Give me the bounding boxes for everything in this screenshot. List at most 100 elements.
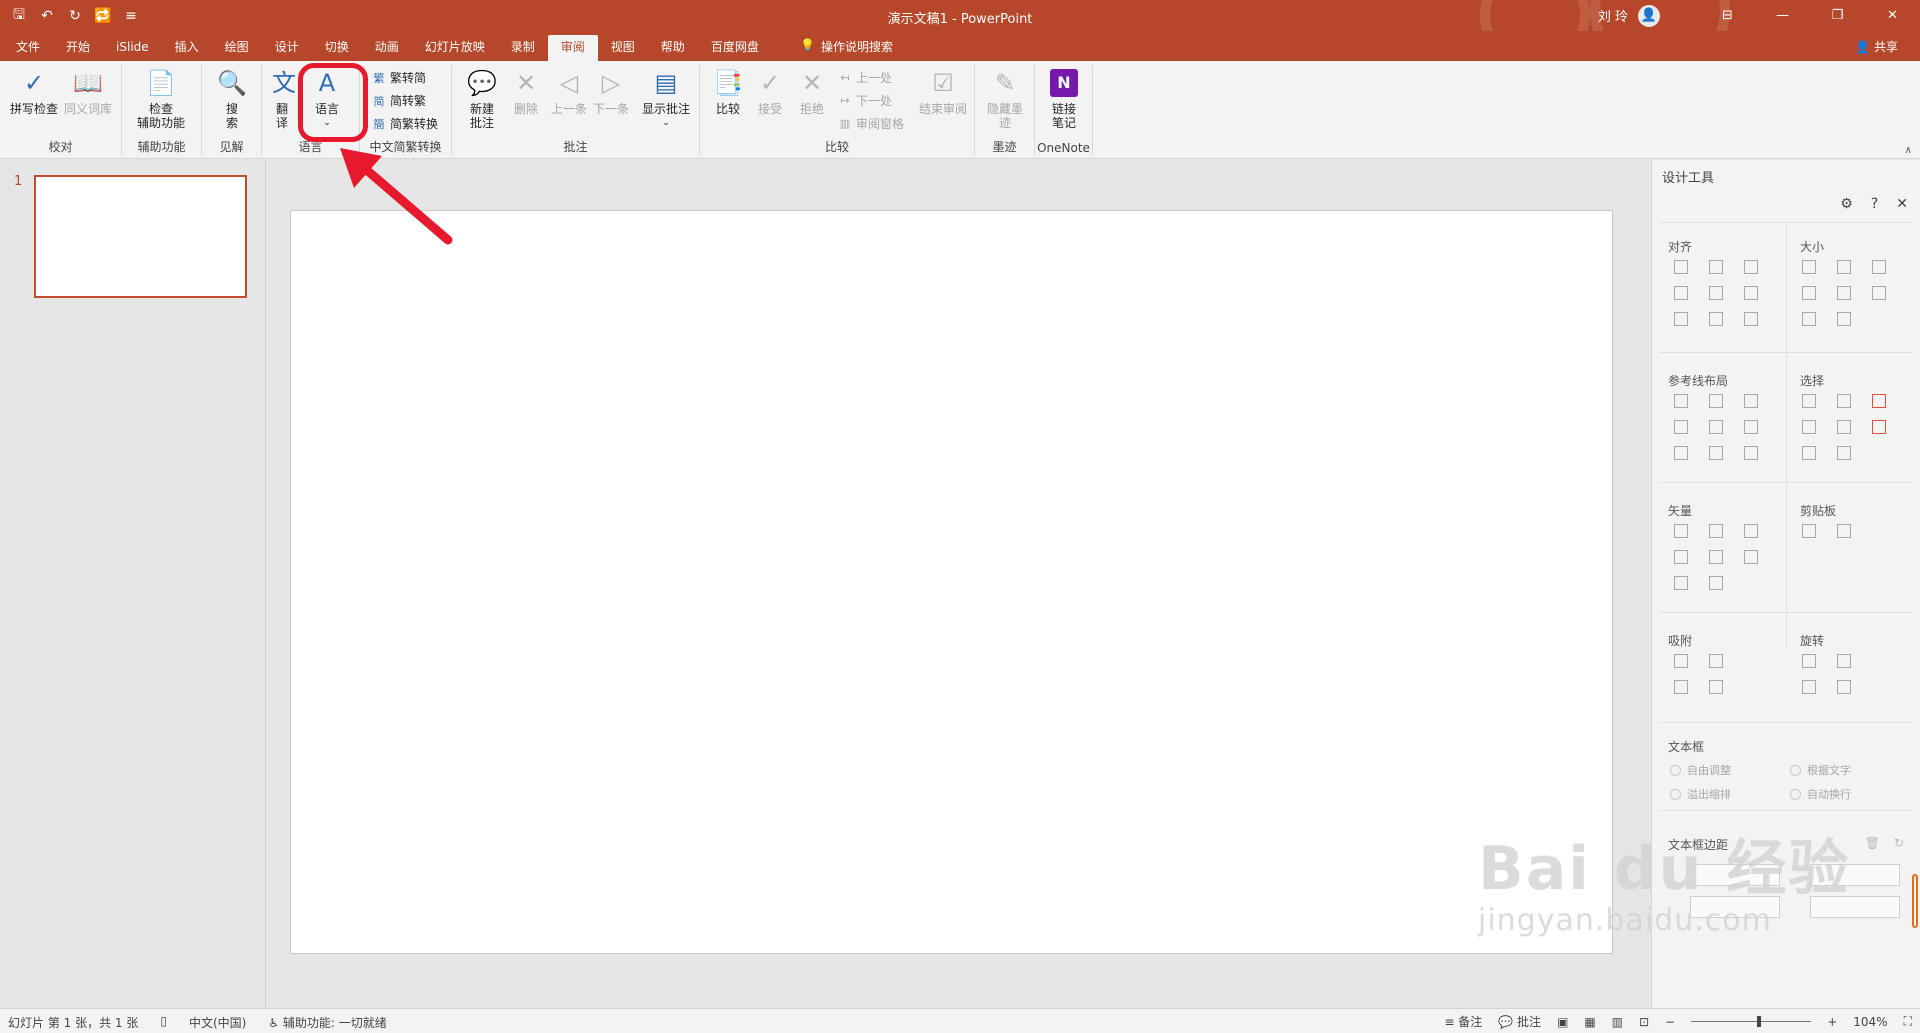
ribbon-display-options-icon[interactable]: ⊟ [1700,0,1755,31]
linked-notes-button[interactable]: N 链接 笔记 [1041,67,1087,130]
tab-transitions[interactable]: 切换 [312,35,362,61]
align-bottom-icon[interactable] [1744,286,1758,300]
delete-comment-button[interactable]: ✕ 删除 [508,67,544,116]
merge-union-icon[interactable] [1674,524,1688,538]
same-width-icon[interactable] [1802,260,1816,274]
guide-full-icon[interactable] [1744,446,1758,460]
tab-slideshow[interactable]: 幻灯片放映 [412,35,498,61]
collapse-ribbon-icon[interactable]: ∧ [1905,145,1912,156]
pane-scrollbar[interactable] [1912,874,1918,928]
select-middle-icon[interactable] [1837,420,1851,434]
same-size-icon[interactable] [1872,260,1886,274]
flip-vertical-icon[interactable] [1837,680,1851,694]
wrap-text-radio[interactable]: 自动换行 [1790,786,1851,802]
fit-to-window-icon[interactable]: ⛶ [1904,1014,1912,1029]
previous-comment-button[interactable]: ◁ 上一条 [548,67,590,116]
tab-animations[interactable]: 动画 [362,35,412,61]
tab-home[interactable]: 开始 [53,35,103,61]
select-row-icon[interactable] [1837,446,1851,460]
tell-me-search[interactable]: 💡 操作说明搜索 [800,38,893,55]
slide-sorter-icon[interactable]: ▦ [1584,1015,1595,1029]
fit-left-icon[interactable] [1802,286,1816,300]
merge-combine-icon[interactable] [1709,524,1723,538]
reject-button[interactable]: ✕ 拒绝 [792,67,832,116]
previous-change-button[interactable]: ↤ 上一处 [838,69,892,86]
tab-draw[interactable]: 绘图 [212,35,262,61]
edit-points-icon[interactable] [1744,550,1758,564]
help-icon[interactable]: ? [1871,196,1878,212]
paste-icon[interactable] [1837,524,1851,538]
guide-center-icon[interactable] [1709,394,1723,408]
text-to-shape-icon[interactable] [1674,576,1688,590]
check-accessibility-button[interactable]: 📄 检查 辅助功能 [128,67,194,130]
snap-top-icon[interactable] [1674,680,1688,694]
language-status[interactable]: 中文(中国) [189,1014,246,1031]
copy-icon[interactable] [1802,524,1816,538]
reading-view-icon[interactable]: ▥ [1612,1015,1623,1029]
reviewing-pane-button[interactable]: ▥ 审阅窗格 [838,115,904,132]
chinese-conversion-button[interactable]: 簡 简繁转换 [372,115,439,132]
tab-review[interactable]: 审阅 [547,35,598,61]
guide-right-icon[interactable] [1744,394,1758,408]
minimize-icon[interactable]: — [1755,0,1810,31]
autofit-free-radio[interactable]: 自由调整 [1670,762,1731,778]
guide-width-icon[interactable] [1674,446,1688,460]
select-similar-icon[interactable] [1837,394,1851,408]
rotate-left-icon[interactable] [1802,654,1816,668]
distribute-vertical-icon[interactable] [1709,312,1723,326]
merge-subtract-icon[interactable] [1709,550,1723,564]
tab-islide[interactable]: iSlide [103,35,162,61]
zoom-level[interactable]: 104% [1853,1015,1887,1029]
merge-fragment-icon[interactable] [1744,524,1758,538]
snap-right-icon[interactable] [1709,654,1723,668]
avatar-icon[interactable]: 👤 [1638,4,1660,27]
flip-horizontal-icon[interactable] [1802,680,1816,694]
guide-middle-icon[interactable] [1709,420,1723,434]
distribute-grid-icon[interactable] [1744,312,1758,326]
zoom-slider[interactable] [1691,1016,1812,1027]
user-account[interactable]: 刘 玲 👤 [1598,0,1660,31]
accept-button[interactable]: ✓ 接受 [750,67,790,116]
slideshow-icon[interactable]: ⊡ [1639,1015,1649,1029]
align-left-icon[interactable] [1674,260,1688,274]
zoom-slider-thumb[interactable] [1757,1016,1762,1027]
new-comment-button[interactable]: 💬 新建 批注 [462,67,502,130]
align-top-icon[interactable] [1674,286,1688,300]
fit-top-icon[interactable] [1802,312,1816,326]
end-review-button[interactable]: ☑ 结束审阅 [914,67,972,116]
notes-button[interactable]: ≡ 备注 [1444,1013,1482,1030]
trash-icon[interactable]: 🗑 [1865,836,1880,850]
accessibility-status[interactable]: ♿ 辅助功能: 一切就绪 [268,1014,386,1031]
tab-insert[interactable]: 插入 [162,35,212,61]
guide-height-icon[interactable] [1709,446,1723,460]
select-same-icon[interactable] [1802,394,1816,408]
hide-ink-button[interactable]: ✎ 隐藏墨 迹 [981,67,1029,130]
select-check-icon[interactable] [1872,394,1886,408]
translate-button[interactable]: 文 翻 译 [268,67,296,130]
distribute-horizontal-icon[interactable] [1674,312,1688,326]
share-button[interactable]: 👤 共享 [1855,38,1898,55]
align-center-icon[interactable] [1709,260,1723,274]
next-comment-button[interactable]: ▷ 下一条 [590,67,632,116]
spelling-status-icon[interactable]: ▯ [160,1014,167,1031]
fit-bottom-icon[interactable] [1837,312,1851,326]
traditional-to-simplified-button[interactable]: 繁 繁转简 [372,69,427,86]
slide-canvas[interactable] [290,210,1613,954]
tab-design[interactable]: 设计 [262,35,312,61]
merge-intersect-icon[interactable] [1674,550,1688,564]
guide-left-icon[interactable] [1674,394,1688,408]
thesaurus-button[interactable]: 📖 同义词库 [62,67,114,116]
close-icon[interactable]: ✕ [1865,0,1920,31]
select-top-icon[interactable] [1802,420,1816,434]
swap-size-icon[interactable] [1872,286,1886,300]
rotate-right-icon[interactable] [1837,654,1851,668]
select-bottom-icon[interactable] [1802,446,1816,460]
refresh-icon[interactable]: ↻ [1894,836,1904,850]
tab-record[interactable]: 录制 [498,35,548,61]
restore-icon[interactable]: ❐ [1810,0,1865,31]
settings-icon[interactable]: ⚙ [1840,196,1853,212]
tab-view[interactable]: 视图 [598,35,648,61]
smart-lookup-button[interactable]: 🔍 搜 索 [214,67,250,130]
normal-view-icon[interactable]: ▣ [1557,1015,1568,1029]
next-change-button[interactable]: ↦ 下一处 [838,92,892,109]
